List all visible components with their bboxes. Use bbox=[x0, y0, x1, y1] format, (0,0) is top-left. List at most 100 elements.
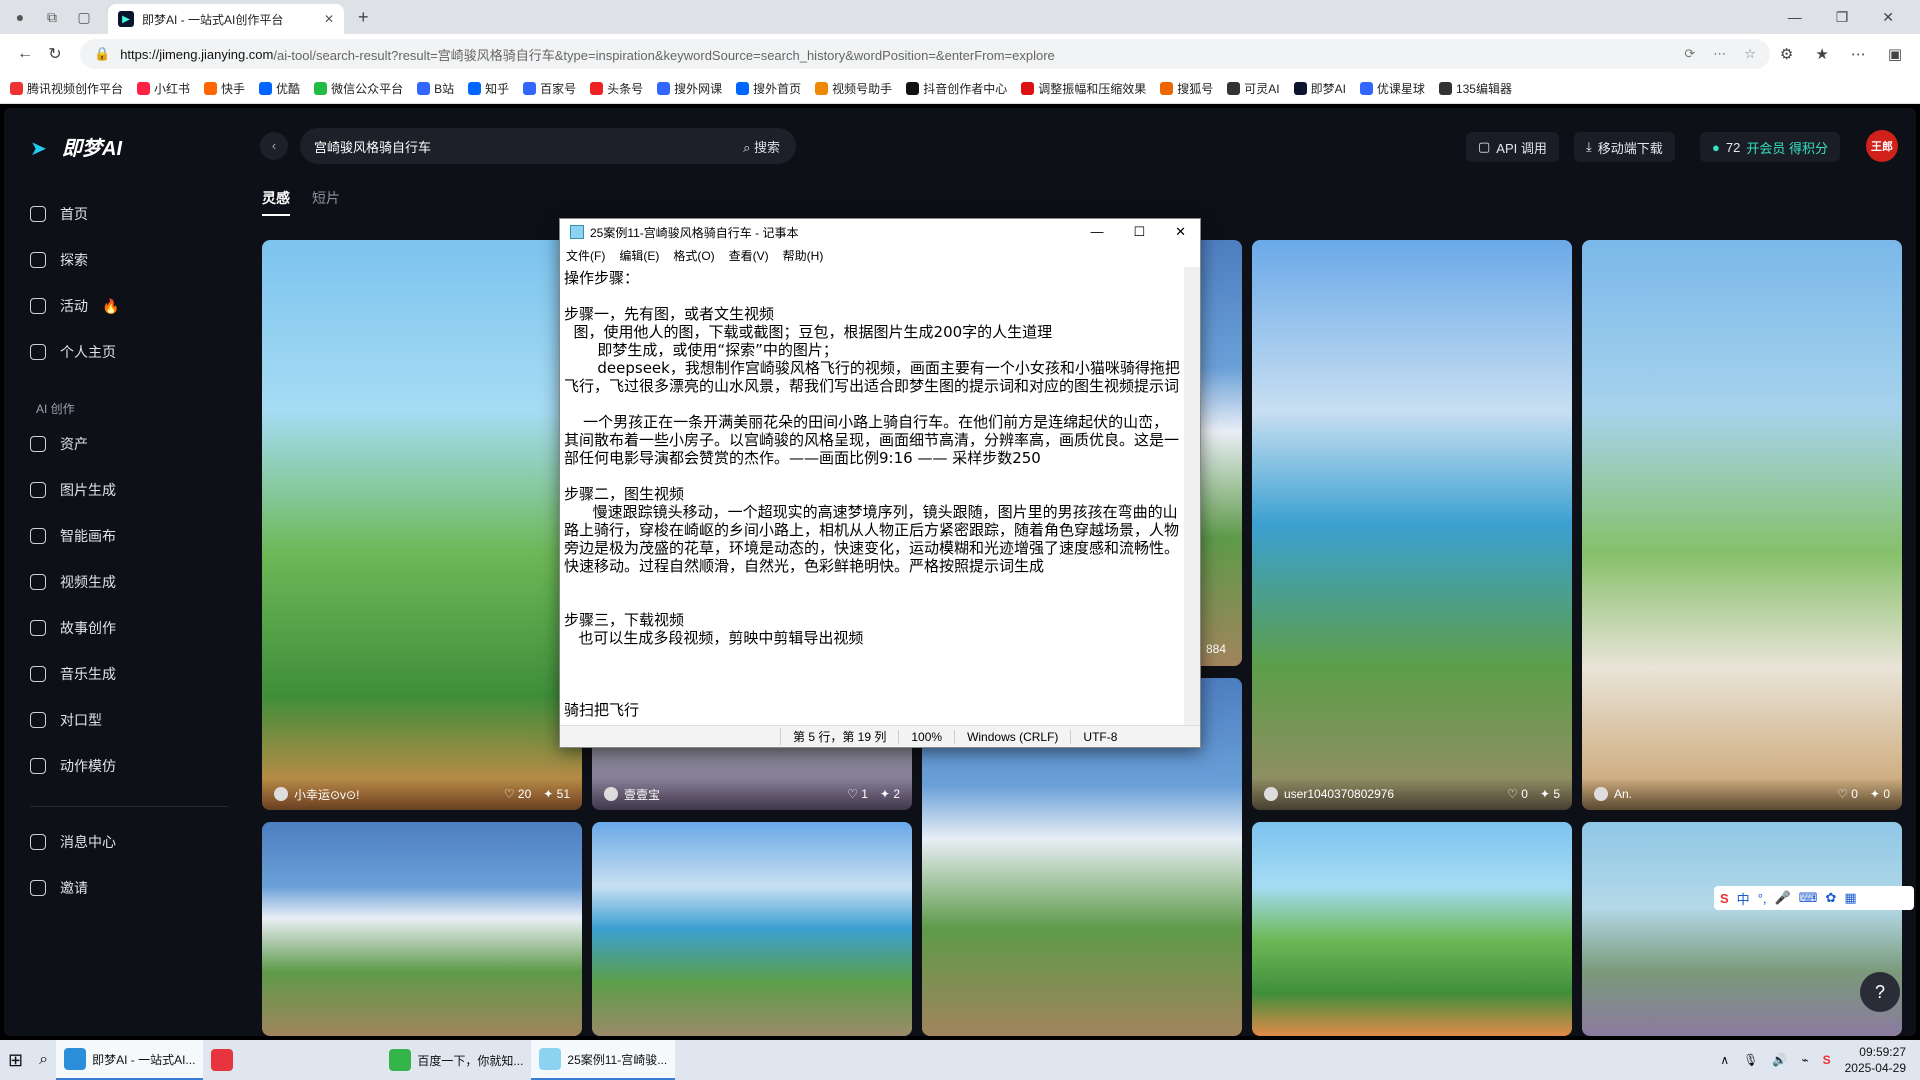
use-count[interactable]: ✦ 2 bbox=[880, 787, 900, 801]
more-icon[interactable]: ⋯ bbox=[1851, 45, 1866, 63]
search-bar[interactable]: 宫崎骏风格骑自行车 ⌕ 搜索 bbox=[300, 128, 796, 164]
back-button[interactable]: ‹ bbox=[260, 132, 288, 160]
ime-menu-icon[interactable]: ▦ bbox=[1844, 890, 1856, 906]
bookmark-item[interactable]: 搜狐号 bbox=[1160, 80, 1213, 97]
notepad-text-area[interactable]: 操作步骤： 步骤一，先有图，或者文生视频 图，使用他人的图，下载或截图；豆包，根… bbox=[560, 267, 1184, 725]
sidebar-toggle-icon[interactable]: ▣ bbox=[1888, 45, 1902, 63]
new-tab-icon[interactable]: + bbox=[358, 7, 369, 28]
network-icon[interactable]: ⌁ bbox=[1801, 1053, 1808, 1067]
taskbar-item-browser[interactable]: 即梦AI - 一站式AI... bbox=[56, 1040, 204, 1080]
sidebar-item-motion[interactable]: 动作模仿 bbox=[30, 756, 116, 776]
sidebar-item-story[interactable]: 故事创作 bbox=[30, 618, 116, 638]
bookmark-item[interactable]: 头条号 bbox=[590, 80, 643, 97]
start-button[interactable]: ⊞ bbox=[0, 1040, 31, 1080]
ime-toolbar[interactable]: S 中 °, 🎤 ⌨ ✿ ▦ bbox=[1714, 886, 1914, 910]
sidebar-item-video-gen[interactable]: 视频生成 bbox=[30, 572, 116, 592]
bookmark-item[interactable]: 知乎 bbox=[468, 80, 509, 97]
ime-mode[interactable]: 中 bbox=[1737, 889, 1750, 908]
mobile-download-button[interactable]: ⤓ 移动端下载 bbox=[1574, 132, 1675, 162]
inspiration-card[interactable]: An. ♡ 0 ✦ 0 bbox=[1582, 240, 1902, 810]
taskbar-item-capcut[interactable] bbox=[203, 1040, 241, 1080]
browser-tab[interactable]: ▶ 即梦AI - 一站式AI创作平台 ✕ bbox=[108, 4, 344, 34]
sidebar-item-invite[interactable]: 邀请 bbox=[30, 878, 88, 898]
bookmark-item[interactable]: 微信公众平台 bbox=[314, 80, 403, 97]
inspiration-card[interactable] bbox=[1582, 822, 1902, 1036]
menu-file[interactable]: 文件(F) bbox=[566, 247, 605, 264]
use-count[interactable]: ✦ 51 bbox=[543, 787, 570, 801]
use-count[interactable]: ✦ 5 bbox=[1540, 787, 1560, 801]
sidebar-item-canvas[interactable]: 智能画布 bbox=[30, 526, 116, 546]
notepad-maximize-icon[interactable]: ☐ bbox=[1133, 224, 1145, 240]
taskbar-item-notepad[interactable]: 25案例11-宫崎骏... bbox=[531, 1040, 676, 1080]
url-field[interactable]: 🔒 https://jimeng.jianying.com /ai-tool/s… bbox=[80, 39, 1770, 69]
ime-punct-icon[interactable]: °, bbox=[1758, 891, 1767, 906]
bookmark-item[interactable]: 优酷 bbox=[259, 80, 300, 97]
inspiration-card[interactable] bbox=[262, 822, 582, 1036]
bookmark-item[interactable]: 快手 bbox=[204, 80, 245, 97]
tab-shorts[interactable]: 短片 bbox=[312, 188, 340, 216]
like-count[interactable]: ♡ 20 bbox=[504, 787, 531, 801]
back-icon[interactable]: ← bbox=[10, 45, 40, 63]
mic-icon[interactable]: 🎙 bbox=[1743, 1053, 1758, 1067]
workspaces-icon[interactable]: ⧉ bbox=[40, 5, 64, 29]
sidebar-item-lip-sync[interactable]: 对口型 bbox=[30, 710, 102, 730]
sidebar-item-activity[interactable]: 活动 🔥 bbox=[30, 296, 119, 316]
sidebar-item-home[interactable]: 首页 bbox=[30, 204, 88, 224]
bookmark-item[interactable]: 优课星球 bbox=[1359, 80, 1425, 97]
ime-mic-icon[interactable]: 🎤 bbox=[1775, 890, 1791, 906]
sidebar-item-music[interactable]: 音乐生成 bbox=[30, 664, 116, 684]
sidebar-item-messages[interactable]: 消息中心 bbox=[30, 832, 116, 852]
bookmark-item[interactable]: 135编辑器 bbox=[1438, 80, 1512, 97]
tab-inspiration[interactable]: 灵感 bbox=[262, 188, 290, 216]
tray-chevron-icon[interactable]: ∧ bbox=[1720, 1053, 1729, 1067]
points-vip-button[interactable]: ● 72 开会员 得积分 bbox=[1700, 132, 1840, 162]
bookmark-item[interactable]: 视频号助手 bbox=[815, 80, 892, 97]
sidebar-item-profile[interactable]: 个人主页 bbox=[30, 342, 116, 362]
help-button[interactable]: ? bbox=[1860, 972, 1900, 1012]
extensions-icon[interactable]: ⚙ bbox=[1780, 45, 1793, 63]
reload-icon[interactable]: ↻ bbox=[40, 44, 70, 64]
restore-icon[interactable]: ❐ bbox=[1836, 9, 1849, 26]
bookmark-item[interactable]: B站 bbox=[417, 80, 454, 97]
close-tab-icon[interactable]: ✕ bbox=[324, 12, 334, 26]
menu-format[interactable]: 格式(O) bbox=[673, 247, 714, 264]
search-button[interactable]: ⌕ 搜索 bbox=[743, 137, 780, 156]
sogou-tray-icon[interactable]: S bbox=[1823, 1053, 1831, 1067]
install-app-icon[interactable]: ⟳ bbox=[1684, 46, 1695, 62]
bookmark-item[interactable]: 搜外首页 bbox=[736, 80, 801, 97]
like-count[interactable]: ♡ 0 bbox=[1507, 787, 1528, 801]
bookmark-item[interactable]: 小红书 bbox=[137, 80, 190, 97]
clock[interactable]: 09:59:27 2025-04-29 bbox=[1845, 1044, 1906, 1076]
search-input[interactable]: 宫崎骏风格骑自行车 bbox=[314, 137, 431, 156]
notepad-titlebar[interactable]: 25案例11-宫崎骏风格骑自行车 - 记事本 — ☐ ✕ bbox=[560, 219, 1200, 245]
api-button[interactable]: ▢ API 调用 bbox=[1466, 132, 1559, 162]
volume-icon[interactable]: 🔊 bbox=[1772, 1053, 1787, 1067]
taskbar-item-baidu[interactable]: 百度一下，你就知... bbox=[381, 1040, 531, 1080]
notepad-close-icon[interactable]: ✕ bbox=[1175, 224, 1186, 240]
inspiration-card[interactable]: user1040370802976 ♡ 0 ✦ 5 bbox=[1252, 240, 1572, 810]
inspiration-card[interactable]: 小幸运⊙v⊙! ♡ 20 ✦ 51 bbox=[262, 240, 582, 810]
sidebar-item-explore[interactable]: 探索 bbox=[30, 250, 88, 270]
favorites-icon[interactable]: ★ bbox=[1815, 45, 1828, 63]
notepad-scrollbar[interactable] bbox=[1184, 267, 1200, 725]
sidebar-item-assets[interactable]: 资产 bbox=[30, 434, 88, 454]
ime-skin-icon[interactable]: ✿ bbox=[1825, 890, 1836, 906]
logo[interactable]: ➤ 即梦AI bbox=[30, 132, 122, 161]
menu-edit[interactable]: 编辑(E) bbox=[619, 247, 659, 264]
bookmark-item[interactable]: 百家号 bbox=[523, 80, 576, 97]
like-count[interactable]: ♡ 0 bbox=[1837, 787, 1858, 801]
use-count[interactable]: ✦ 0 bbox=[1870, 787, 1890, 801]
menu-help[interactable]: 帮助(H) bbox=[783, 247, 824, 264]
minimize-icon[interactable]: — bbox=[1788, 9, 1802, 26]
sidebar-item-image-gen[interactable]: 图片生成 bbox=[30, 480, 116, 500]
profile-icon[interactable]: ● bbox=[8, 5, 32, 29]
search-taskbar-button[interactable]: ⌕ bbox=[31, 1040, 56, 1080]
notepad-minimize-icon[interactable]: — bbox=[1090, 224, 1103, 240]
bookmark-item[interactable]: 搜外网课 bbox=[657, 80, 722, 97]
bookmark-item[interactable]: 调整振幅和压缩效果 bbox=[1021, 80, 1146, 97]
close-window-icon[interactable]: ✕ bbox=[1882, 9, 1894, 26]
menu-view[interactable]: 查看(V) bbox=[729, 247, 769, 264]
bookmark-item[interactable]: 腾讯视频创作平台 bbox=[10, 80, 123, 97]
ime-keyboard-icon[interactable]: ⌨ bbox=[1799, 890, 1818, 906]
bookmark-item[interactable]: 可灵AI bbox=[1227, 80, 1280, 97]
